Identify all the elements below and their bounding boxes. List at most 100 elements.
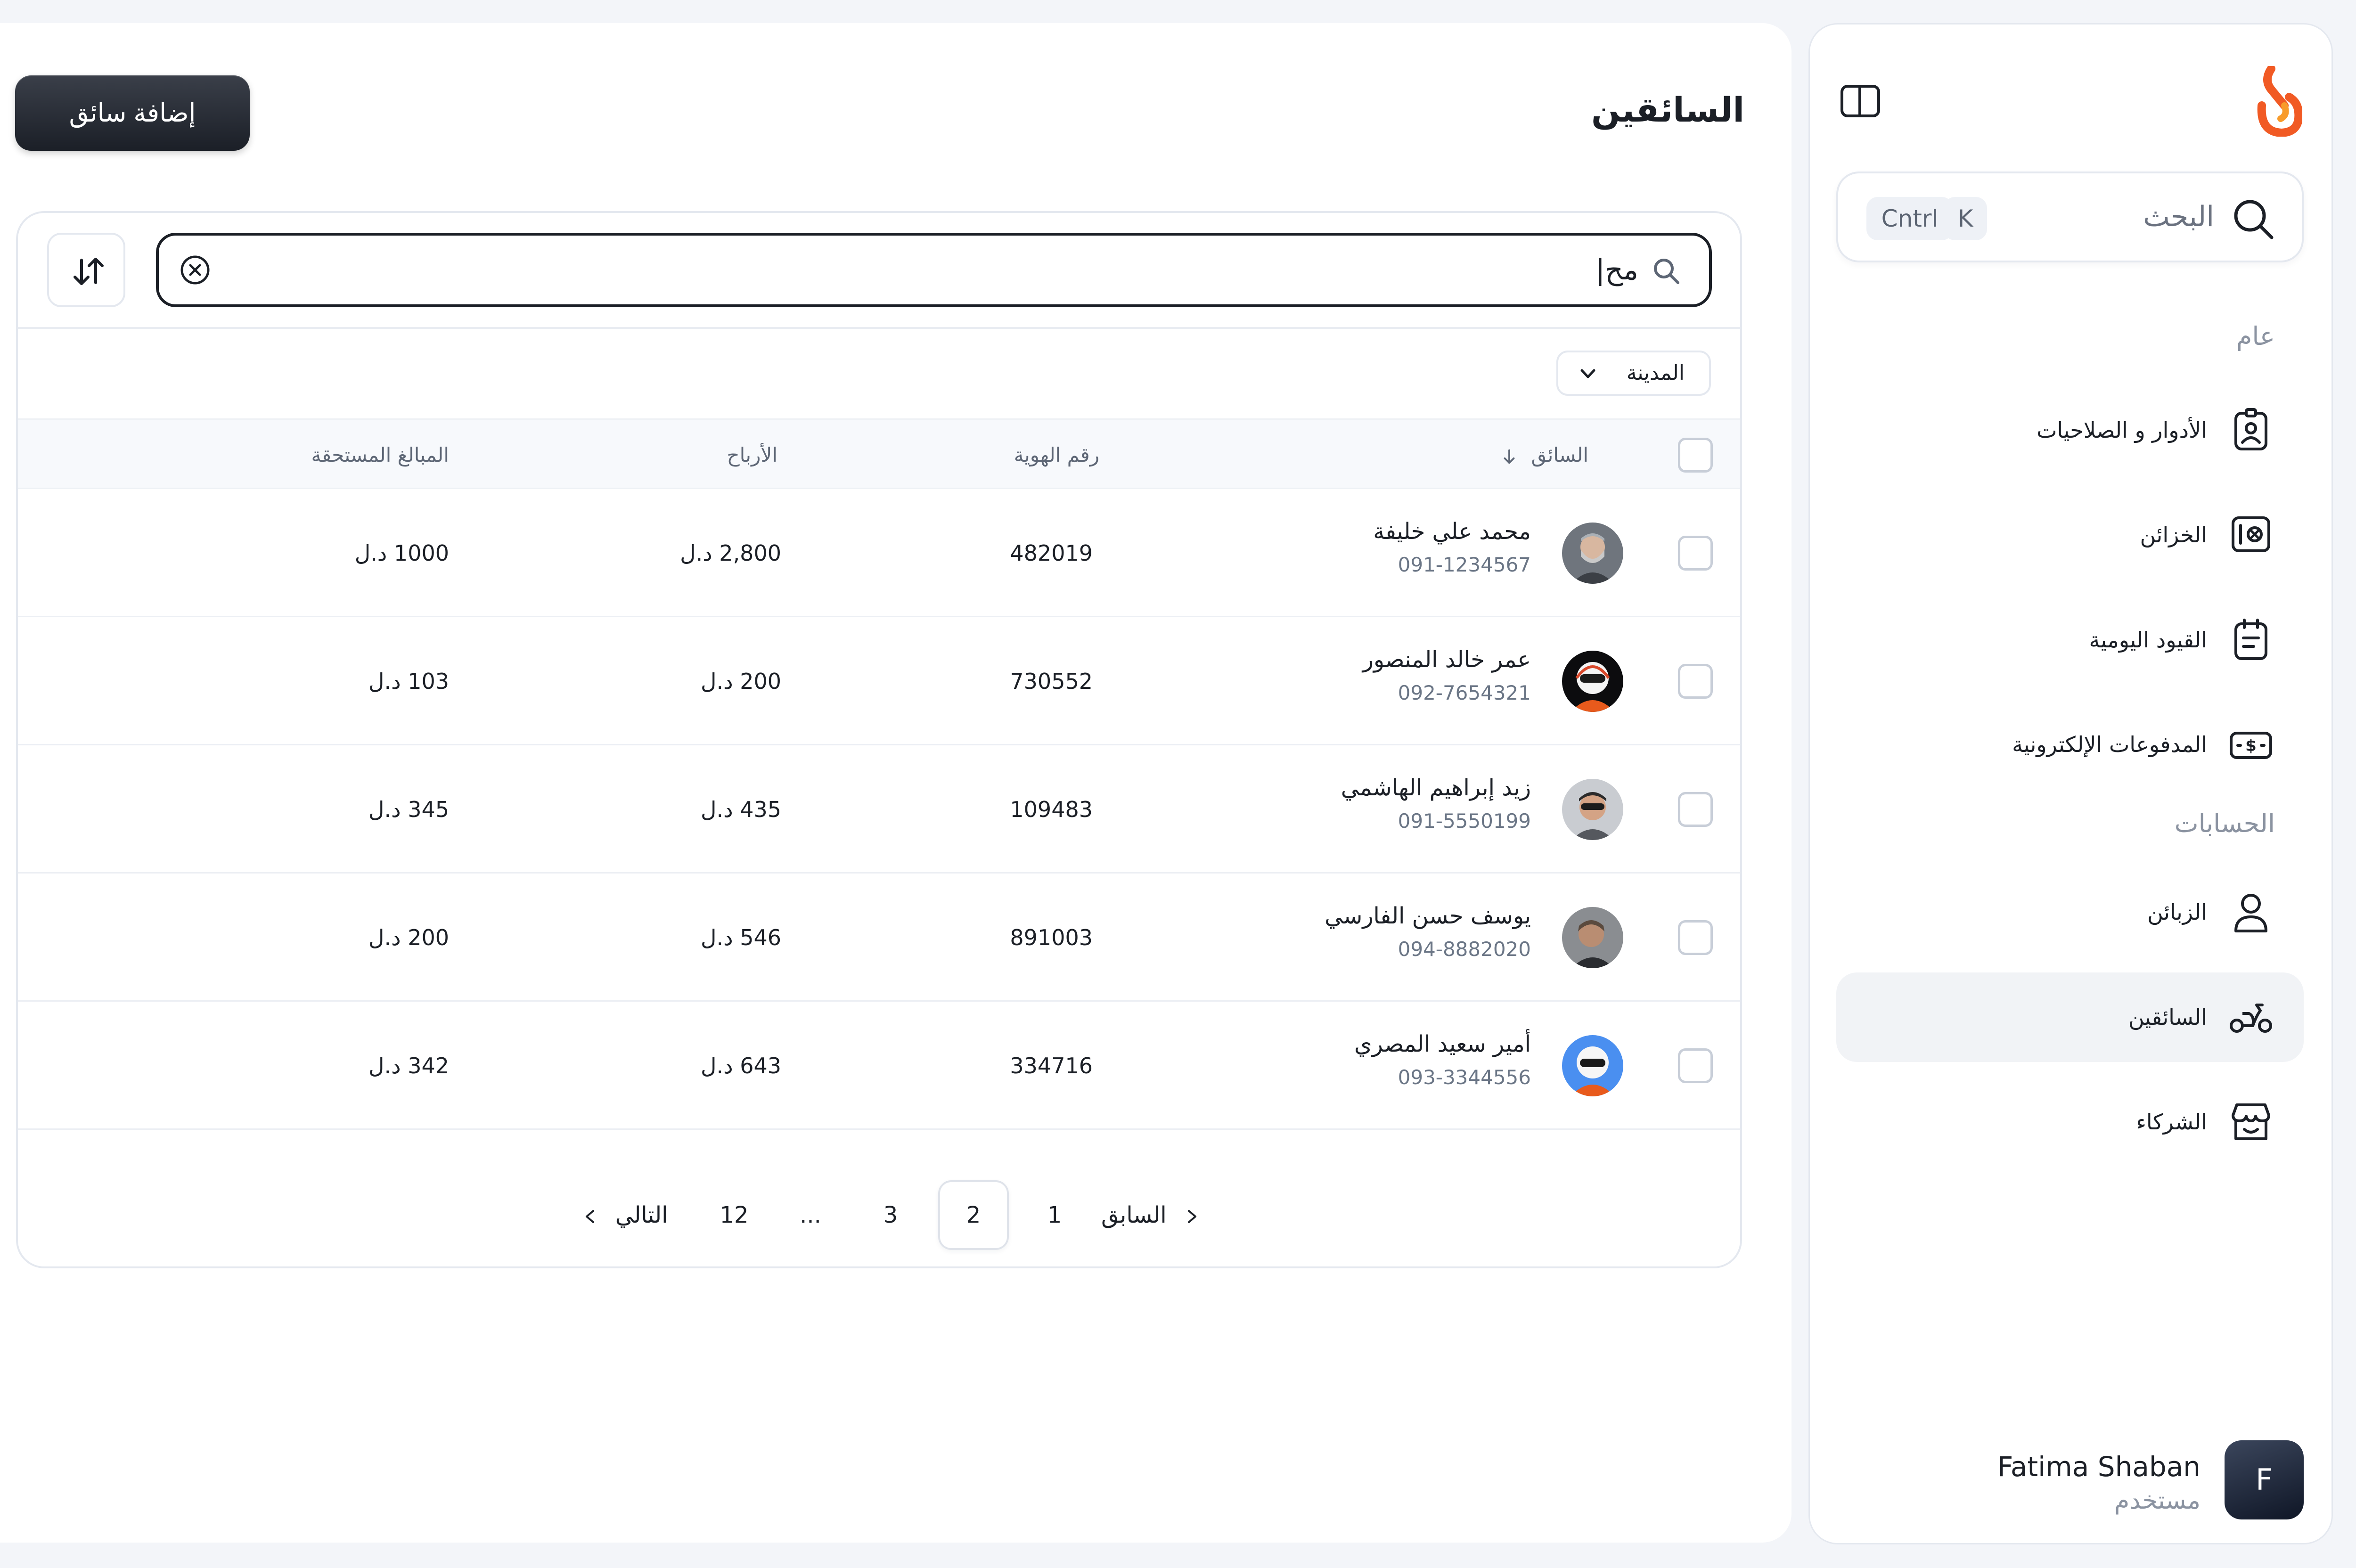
driver-name: يوسف حسن الفارسي (1325, 903, 1531, 929)
sidebar-item-e-payments[interactable]: $ المدفوعات الإلكترونية (1836, 700, 2304, 789)
driver-name: أمير سعيد المصري (1354, 1031, 1531, 1057)
chevron-down-icon (1580, 369, 1595, 378)
driver-search-input[interactable]: مح| (156, 233, 1712, 307)
chevron-right-icon (1188, 1210, 1197, 1223)
svg-text:$: $ (2245, 736, 2257, 755)
user-role: مستخدم (2114, 1486, 2201, 1515)
previous-page-button[interactable]: السابق (1095, 1180, 1208, 1250)
user-avatar[interactable]: F (2225, 1440, 2304, 1519)
sidebar-item-label: السائقين (2128, 1004, 2207, 1030)
table-toolbar: مح| (18, 213, 1740, 329)
page-2-button[interactable]: 2 (938, 1180, 1009, 1250)
driver-name: عمر خالد المنصور (1362, 646, 1531, 673)
chevron-left-icon (585, 1210, 594, 1223)
sidebar-panel-icon (1841, 85, 1880, 117)
sidebar-item-label: الزبائن (2147, 899, 2207, 925)
column-header-earnings: الأرباح (727, 443, 777, 466)
sidebar-item-label: الأدوار و الصلاحيات (2037, 417, 2207, 443)
notebook-icon (2234, 619, 2267, 660)
page-1-button[interactable]: 1 (1019, 1180, 1090, 1250)
page-3-button[interactable]: 3 (855, 1180, 926, 1250)
sidebar-item-label: القيود اليومية (2089, 627, 2207, 653)
sidebar-item-drivers[interactable]: السائقين (1836, 972, 2304, 1062)
id-number-cell: 891003 (1010, 925, 1093, 950)
row-checkbox[interactable] (1678, 920, 1713, 955)
driver-phone: 094-8882020 (1398, 938, 1531, 961)
section-title-accounts: الحسابات (2174, 808, 2275, 838)
sort-button[interactable] (47, 233, 125, 307)
driver-avatar (1562, 779, 1623, 840)
driver-phone: 091-5550199 (1398, 809, 1531, 833)
sidebar-item-customers[interactable]: الزبائن (1836, 867, 2304, 957)
sidebar-item-journal[interactable]: القيود اليومية (1836, 595, 2304, 685)
due-amount-cell: 1000 د.ل (354, 540, 449, 566)
search-icon (2234, 200, 2274, 239)
table-body: محمد علي خليفة 091-1234567 482019 2,800 … (18, 489, 1740, 1130)
driver-phone: 093-3344556 (1398, 1066, 1531, 1089)
sort-arrows-icon (74, 258, 104, 285)
id-number-cell: 334716 (1010, 1053, 1093, 1078)
store-icon (2232, 1103, 2270, 1140)
driver-name: محمد علي خليفة (1373, 518, 1531, 545)
earnings-cell: 546 د.ل (701, 925, 781, 950)
main-content: السائقين إضافة سائق مح| المدينة السائق ر… (0, 23, 1792, 1543)
sidebar-item-safes[interactable]: الخزائن (1836, 490, 2304, 580)
sidebar-item-partners[interactable]: الشركاء (1836, 1077, 2304, 1167)
sidebar-item-roles[interactable]: الأدوار و الصلاحيات (1836, 385, 2304, 475)
table-row[interactable]: محمد علي خليفة 091-1234567 482019 2,800 … (18, 489, 1740, 617)
driver-name: زيد إبراهيم الهاشمي (1341, 775, 1531, 801)
id-badge-icon (2234, 408, 2267, 450)
row-checkbox[interactable] (1678, 792, 1713, 827)
driver-avatar (1562, 907, 1623, 968)
user-name: Fatima Shaban (1997, 1451, 2201, 1483)
table-row[interactable]: أمير سعيد المصري 093-3344556 334716 643 … (18, 1002, 1740, 1130)
earnings-cell: 643 د.ل (701, 1053, 781, 1078)
search-value: مح| (1595, 253, 1638, 286)
row-checkbox[interactable] (1678, 664, 1713, 699)
earnings-cell: 2,800 د.ل (680, 540, 781, 566)
row-checkbox[interactable] (1678, 1048, 1713, 1083)
safe-icon (2232, 516, 2270, 552)
sidebar-item-label: الخزائن (2140, 522, 2207, 547)
table-row[interactable]: زيد إبراهيم الهاشمي 091-5550199 109483 4… (18, 745, 1740, 874)
page-12-button[interactable]: 12 (699, 1180, 769, 1250)
sidebar: البحث K Cntrl عام الأدوار و الصلاحيات ال (1808, 23, 2333, 1544)
sidebar-item-label: الشركاء (2136, 1109, 2207, 1135)
user-icon (2234, 894, 2267, 932)
due-amount-cell: 342 د.ل (368, 1053, 449, 1078)
earnings-cell: 200 د.ل (701, 669, 781, 694)
row-checkbox[interactable] (1678, 536, 1713, 571)
page-title: السائقين (1591, 90, 1744, 130)
column-header-due-amount: المبالغ المستحقة (311, 443, 449, 466)
pagination-ellipsis: ... (800, 1202, 821, 1228)
sidebar-search[interactable]: البحث K Cntrl (1836, 172, 2304, 262)
city-filter-dropdown[interactable]: المدينة (1556, 351, 1711, 396)
sidebar-toggle-button[interactable] (1839, 83, 1882, 119)
next-page-button[interactable]: التالي (568, 1180, 681, 1250)
add-driver-button[interactable]: إضافة سائق (15, 75, 250, 151)
sort-down-icon (1504, 449, 1515, 464)
earnings-cell: 435 د.ل (701, 797, 781, 822)
driver-avatar (1562, 651, 1623, 712)
clear-search-icon[interactable] (180, 254, 211, 286)
driver-phone: 092-7654321 (1398, 681, 1531, 704)
pagination: السابق 1 2 3 ... 12 التالي (18, 1180, 1740, 1251)
brand-logo (2257, 66, 2302, 137)
table-row[interactable]: يوسف حسن الفارسي 094-8882020 891003 546 … (18, 874, 1740, 1002)
select-all-checkbox[interactable] (1678, 438, 1713, 473)
table-row[interactable]: عمر خالد المنصور 092-7654321 730552 200 … (18, 617, 1740, 745)
driver-phone: 091-1234567 (1398, 553, 1531, 576)
driver-avatar (1562, 1035, 1623, 1096)
cash-icon: $ (2230, 732, 2272, 759)
id-number-cell: 109483 (1010, 797, 1093, 822)
search-icon (1654, 259, 1679, 284)
column-header-driver[interactable]: السائق (1500, 420, 1588, 490)
due-amount-cell: 103 د.ل (368, 669, 449, 694)
column-header-id-number: رقم الهوية (1014, 443, 1099, 466)
id-number-cell: 730552 (1010, 669, 1093, 694)
search-label: البحث (2143, 200, 2214, 233)
id-number-cell: 482019 (1010, 540, 1093, 566)
drivers-table-card: مح| المدينة السائق رقم الهوية الأرباح ال… (16, 211, 1742, 1268)
city-filter-label: المدينة (1626, 361, 1685, 385)
driver-avatar (1562, 523, 1623, 584)
